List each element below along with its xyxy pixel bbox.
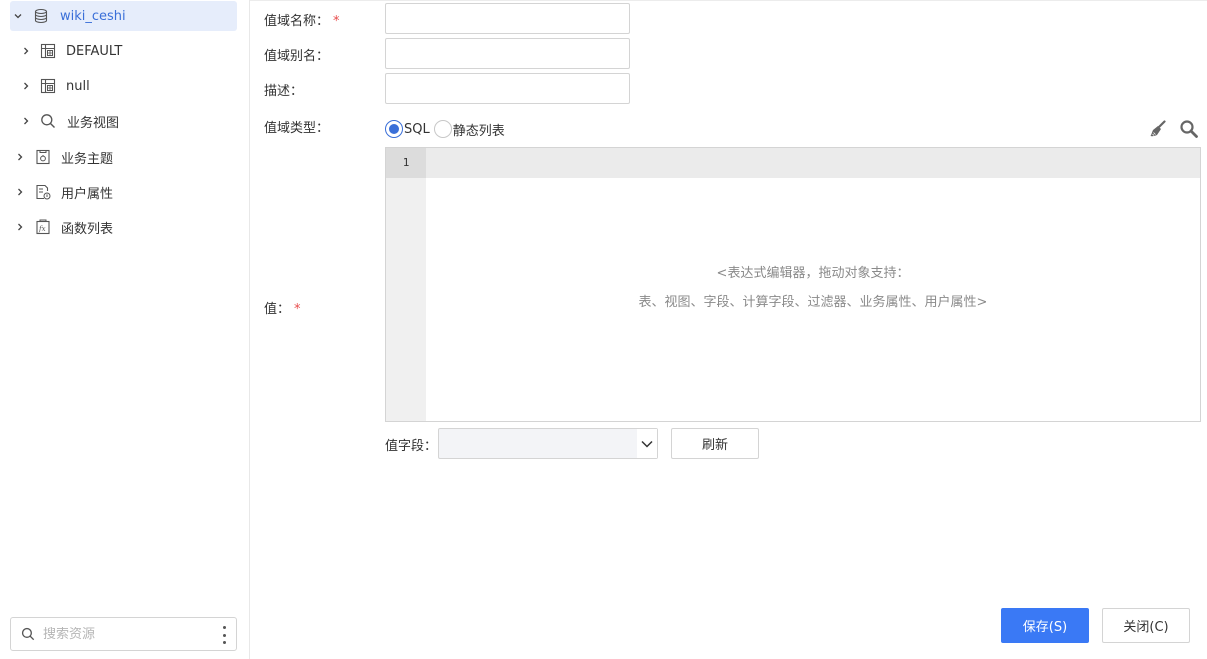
schema-table-icon — [39, 77, 57, 95]
user-attribute-icon — [34, 183, 52, 201]
tree-item-wiki-ceshi[interactable]: wiki_ceshi — [10, 1, 237, 31]
editor-hint-line-1: <表达式编辑器，拖动对象支持： — [716, 266, 910, 281]
description-input[interactable] — [385, 73, 630, 104]
tree-item-business-view[interactable]: 业务视图 — [10, 106, 237, 136]
radio-sql-label: SQL — [404, 121, 430, 137]
tree-item-function-list[interactable]: fx 函数列表 — [10, 212, 237, 242]
editor-gutter — [386, 148, 426, 421]
required-mark: * — [294, 302, 301, 317]
radio-static-list-label: 静态列表 — [452, 123, 505, 139]
value-label-text: 值： — [264, 302, 291, 317]
chevron-right-icon[interactable] — [14, 186, 26, 198]
chevron-right-icon[interactable] — [20, 45, 32, 57]
function-icon: fx — [34, 218, 52, 236]
tree-item-label: 函数列表 — [61, 221, 114, 237]
chevron-right-icon[interactable] — [14, 151, 26, 163]
business-theme-icon — [34, 148, 52, 166]
required-mark: * — [333, 14, 340, 29]
value-label: 值： * — [264, 298, 301, 317]
resource-search — [10, 617, 237, 651]
tree-item-label: null — [66, 78, 90, 94]
svg-text:fx: fx — [38, 225, 46, 233]
line-number: 1 — [402, 156, 410, 169]
description-label: 描述： — [264, 84, 304, 99]
refresh-button[interactable]: 刷新 — [671, 428, 759, 459]
resource-search-input[interactable] — [43, 626, 203, 642]
tree-item-label: wiki_ceshi — [60, 8, 126, 24]
value-field-select[interactable] — [438, 428, 658, 459]
name-input[interactable] — [385, 3, 630, 34]
search-icon[interactable] — [1178, 118, 1200, 140]
chevron-right-icon[interactable] — [20, 80, 32, 92]
chevron-right-icon[interactable] — [20, 115, 32, 127]
tree-item-default[interactable]: DEFAULT — [10, 36, 237, 66]
radio-sql[interactable]: SQL — [385, 120, 430, 138]
top-divider — [250, 0, 1207, 1]
search-icon — [21, 626, 37, 642]
alias-label: 值域别名： — [264, 49, 330, 64]
chevron-right-icon[interactable] — [14, 221, 26, 233]
editor-active-line — [386, 148, 1200, 178]
format-brush-icon[interactable] — [1147, 118, 1169, 140]
tree-item-label: 用户属性 — [61, 186, 114, 202]
radio-unchecked-icon[interactable] — [433, 120, 452, 138]
database-icon — [32, 7, 50, 25]
chevron-down-icon[interactable] — [12, 10, 24, 22]
editor-hint-line-2: 表、视图、字段、计算字段、过滤器、业务属性、用户属性> — [638, 295, 988, 310]
save-button[interactable]: 保存(S) — [1001, 608, 1089, 643]
type-label: 值域类型： — [264, 121, 330, 136]
tree-item-label: DEFAULT — [66, 43, 123, 59]
tree-item-user-attribute[interactable]: 用户属性 — [10, 177, 237, 207]
tree-item-business-theme[interactable]: 业务主题 — [10, 142, 237, 172]
search-icon — [39, 112, 57, 130]
radio-checked-icon[interactable] — [385, 120, 403, 138]
name-label: 值域名称： * — [264, 10, 340, 29]
radio-static-list[interactable]: 静态列表 — [433, 120, 505, 139]
tree-item-label: 业务主题 — [61, 151, 114, 167]
close-button[interactable]: 关闭(C) — [1102, 608, 1190, 643]
tree-item-label: 业务视图 — [67, 115, 120, 131]
chevron-down-icon[interactable] — [637, 429, 657, 458]
expression-editor[interactable]: 1 <表达式编辑器，拖动对象支持： 表、视图、字段、计算字段、过滤器、业务属性、… — [385, 147, 1201, 422]
value-field-label: 值字段： — [385, 439, 438, 454]
resource-sidebar: wiki_ceshi DEFAULT null 业务视图 业务主题 用户属性 f… — [0, 0, 250, 659]
type-radio-group: SQL 静态列表 — [385, 118, 505, 140]
name-label-text: 值域名称： — [264, 14, 330, 29]
more-options-icon[interactable] — [222, 626, 226, 644]
schema-table-icon — [39, 42, 57, 60]
tree-item-null[interactable]: null — [10, 71, 237, 101]
alias-input[interactable] — [385, 38, 630, 69]
